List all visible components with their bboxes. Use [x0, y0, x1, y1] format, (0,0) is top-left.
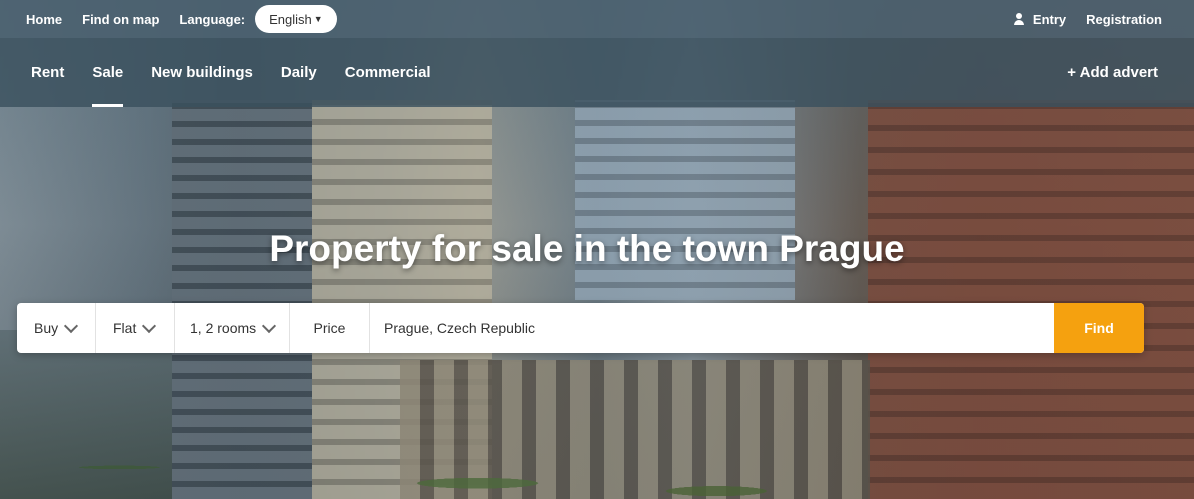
rooms-value: 1, 2 rooms — [190, 320, 257, 336]
deal-type-dropdown[interactable]: Buy — [17, 303, 96, 353]
tab-label: New buildings — [151, 64, 253, 81]
user-icon — [1013, 13, 1025, 25]
tab-sale[interactable]: Sale — [78, 38, 137, 107]
tab-label: Commercial — [344, 64, 431, 81]
main-nav: Rent Sale New buildings Daily Commercial… — [0, 38, 1194, 107]
tab-daily[interactable]: Daily — [267, 38, 331, 107]
auth-links: Entry Registration — [993, 12, 1162, 27]
tab-rent[interactable]: Rent — [0, 38, 78, 107]
entry-label: Entry — [1032, 11, 1067, 27]
entry-link[interactable]: Entry — [1013, 12, 1066, 27]
tab-label: Rent — [31, 64, 65, 81]
caret-down-icon: ▼ — [313, 14, 323, 24]
price-label: Price — [313, 320, 346, 336]
property-type-dropdown[interactable]: Flat — [96, 303, 175, 353]
find-button[interactable]: Find — [1054, 303, 1144, 353]
tab-commercial[interactable]: Commercial — [331, 38, 445, 107]
rooms-dropdown[interactable]: 1, 2 rooms — [175, 303, 290, 353]
property-type-value: Flat — [113, 320, 137, 336]
language-value: English — [269, 11, 312, 27]
top-bar: Home Find on map Language: English ▼ Ent… — [0, 0, 1194, 38]
home-link[interactable]: Home — [26, 12, 62, 27]
location-input[interactable] — [370, 303, 1054, 353]
building-image — [575, 100, 795, 300]
deal-type-value: Buy — [34, 320, 59, 336]
tab-new-buildings[interactable]: New buildings — [137, 38, 267, 107]
language-label: Language: — [179, 11, 246, 27]
chevron-down-icon — [262, 318, 277, 334]
search-bar: Buy Flat 1, 2 rooms Price Find — [17, 303, 1144, 353]
find-on-map-link[interactable]: Find on map — [82, 12, 159, 27]
chevron-down-icon — [64, 318, 79, 334]
tab-label: Sale — [92, 64, 124, 81]
chevron-down-icon — [142, 318, 157, 334]
tab-label: Daily — [280, 64, 317, 81]
trees-image — [0, 420, 1194, 499]
page-title: Property for sale in the town Prague — [269, 228, 905, 269]
language-select[interactable]: English ▼ — [255, 5, 337, 33]
price-filter[interactable]: Price — [290, 303, 370, 353]
add-advert-button[interactable]: + Add advert — [1067, 38, 1158, 107]
registration-link[interactable]: Registration — [1086, 12, 1162, 27]
